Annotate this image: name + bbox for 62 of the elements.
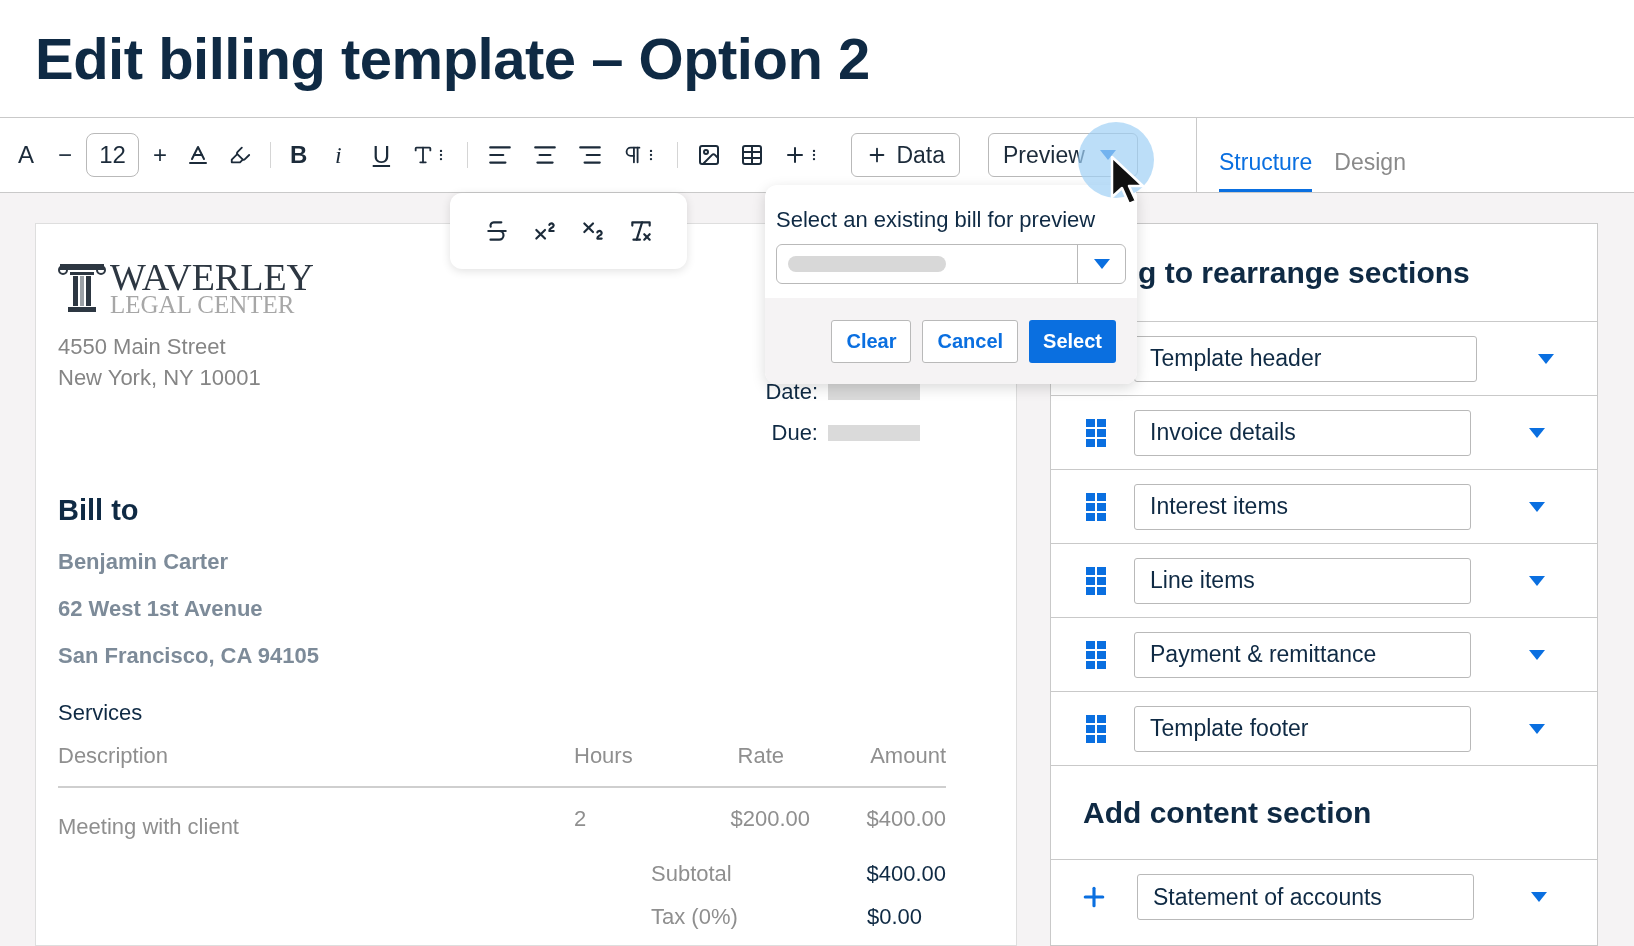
date-label: Due: xyxy=(771,419,818,447)
column-header: Hours xyxy=(574,741,634,770)
expand-caret-icon xyxy=(1528,648,1546,661)
bill-to-heading: Bill to xyxy=(58,493,140,528)
expand-caret-icon xyxy=(1528,722,1546,735)
table-cell-text: $200.00 xyxy=(729,804,810,833)
customer-line: San Francisco, CA 94105 xyxy=(58,641,320,670)
date-label: Date: xyxy=(765,378,818,406)
popover-button[interactable]: Clear xyxy=(831,319,912,363)
total-value: $0.00 xyxy=(867,902,923,931)
drag-handle-icon[interactable] xyxy=(1085,640,1106,669)
table-cell-text: $400.00 xyxy=(865,804,946,833)
highlighter-icon xyxy=(229,144,252,166)
drag-handle-icon[interactable] xyxy=(1085,492,1106,521)
services-heading: Services xyxy=(58,698,144,727)
popover-label: Select an existing bill for preview xyxy=(776,206,1097,234)
caret-icon xyxy=(1092,258,1111,270)
customer-line: 62 West 1st Avenue xyxy=(58,594,264,623)
drag-handle-icon[interactable] xyxy=(1085,714,1106,743)
section-field[interactable]: Line items xyxy=(1134,557,1471,604)
page-title: Edit billing template – Option 2 xyxy=(35,25,870,93)
section-field[interactable]: Template header xyxy=(1134,335,1477,382)
customer-line: Benjamin Carter xyxy=(58,547,229,576)
section-field[interactable]: Invoice details xyxy=(1134,409,1471,456)
italic-button[interactable]: i xyxy=(326,137,351,173)
bill-select-field[interactable] xyxy=(776,244,1126,284)
expand-caret-icon xyxy=(1528,574,1546,587)
column-header: Amount xyxy=(869,741,946,770)
total-label: Subtotal xyxy=(651,859,733,888)
address-line: 4550 Main Street xyxy=(58,333,226,361)
expand-caret-icon xyxy=(1529,891,1548,903)
expand-caret-icon xyxy=(1528,500,1546,513)
drag-handle-icon[interactable] xyxy=(1085,418,1106,447)
highlighter-button[interactable] xyxy=(229,144,252,166)
drag-handle-icon[interactable] xyxy=(1085,566,1106,595)
bold-button[interactable]: B xyxy=(290,137,308,173)
section-heading: Add content section xyxy=(1083,795,1372,831)
section-field[interactable]: Interest items xyxy=(1134,483,1471,530)
popover-button[interactable]: Cancel xyxy=(922,319,1019,363)
table-cell-text: Meeting with client xyxy=(58,812,240,841)
select-button[interactable]: Select xyxy=(1029,319,1116,363)
increase-size-button[interactable]: + xyxy=(153,137,168,173)
table-button[interactable] xyxy=(740,143,765,167)
decrease-size-button[interactable]: − xyxy=(58,137,73,173)
underline-button[interactable]: U xyxy=(369,137,394,173)
section-field[interactable]: Statement of accounts xyxy=(1137,874,1474,920)
total-value: $400.00 xyxy=(866,859,946,888)
column-header: Description xyxy=(58,741,170,770)
address-line: New York, NY 10001 xyxy=(58,364,261,392)
data-button[interactable]: Data xyxy=(851,133,960,177)
font-size-field[interactable]: 12 xyxy=(86,133,140,177)
expand-caret-icon xyxy=(1528,426,1546,439)
table-cell-text: 2 xyxy=(574,804,588,833)
total-label: Tax (0%) xyxy=(651,902,739,931)
expand-caret-icon xyxy=(1537,352,1555,365)
font-button[interactable]: A xyxy=(18,137,34,173)
pillar-logo-icon xyxy=(58,261,106,314)
column-header: Rate xyxy=(736,741,785,770)
section-field[interactable]: Template footer xyxy=(1134,705,1471,752)
section-field[interactable]: Payment & remittance xyxy=(1134,631,1471,678)
section-heading: g to rearrange sections xyxy=(1138,255,1470,291)
image-button[interactable] xyxy=(697,143,722,167)
